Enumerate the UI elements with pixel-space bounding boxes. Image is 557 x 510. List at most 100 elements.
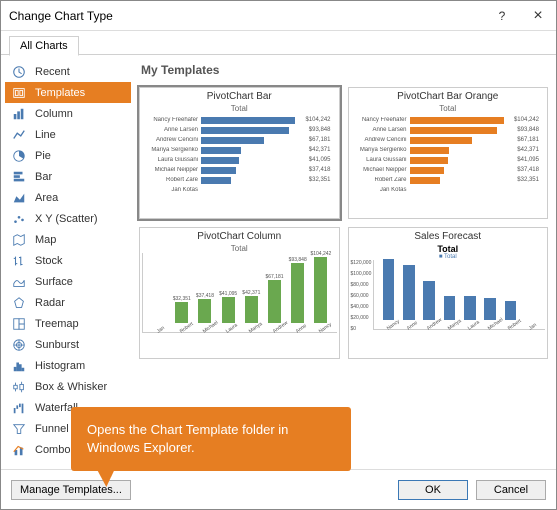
- template-pivotchart-column[interactable]: PivotChart Column Total Jan$32,351Robert…: [139, 227, 340, 359]
- bar-label: Anne: [406, 321, 418, 332]
- sidebar-item-label: Line: [35, 129, 56, 141]
- cancel-button[interactable]: Cancel: [476, 480, 546, 500]
- vbar-chart: NancyAnneAndrewMariyaLauraMichaelRobertJ…: [373, 260, 545, 330]
- histogram-icon: [11, 358, 27, 374]
- bar-label: Nancy: [318, 324, 330, 335]
- chart-subtitle: Total: [142, 104, 337, 113]
- bar-col: $41,095Laura: [219, 291, 238, 330]
- bar-value: $93,848: [307, 127, 331, 133]
- bar-row: Nancy Freehafer$104,242: [355, 115, 540, 125]
- area-icon: [11, 190, 27, 206]
- bar-fill: [410, 127, 498, 134]
- bar-label: Laura: [225, 324, 237, 335]
- template-sales-forecast[interactable]: Sales Forecast Total ■ Total $0$20,000$4…: [348, 227, 549, 359]
- y-tick: $20,000: [351, 315, 372, 321]
- bar-label: Andrew Cencini: [355, 137, 407, 143]
- bar-fill: [410, 167, 445, 174]
- bar-col: $32,351Robert: [173, 296, 192, 330]
- bar-row: Andrew Cencini$67,181: [146, 135, 331, 145]
- chart-subtitle: Total: [351, 104, 546, 113]
- bar-fill: [444, 296, 455, 321]
- bar-fill: [464, 296, 475, 320]
- bar-col: Anne: [401, 265, 417, 327]
- sidebar-item-label: Sunburst: [35, 339, 79, 351]
- bar-row: Anne Larsen$93,848: [355, 125, 540, 135]
- bar-col: Michael: [482, 298, 498, 327]
- y-tick: $40,000: [351, 304, 372, 310]
- sidebar-item-label: Box & Whisker: [35, 381, 107, 393]
- sidebar-item-column[interactable]: Column: [5, 103, 131, 124]
- bar-fill: [505, 301, 516, 320]
- help-button[interactable]: ?: [484, 1, 520, 31]
- y-axis: $0$20,000$40,000$60,000$80,000$100,000$1…: [351, 260, 374, 332]
- change-chart-type-dialog: Change Chart Type ? × All Charts RecentT…: [0, 0, 557, 510]
- bar-label: Robert: [179, 324, 191, 335]
- sidebar-item-sunburst[interactable]: Sunburst: [5, 334, 131, 355]
- window-title: Change Chart Type: [9, 9, 484, 23]
- chart-subtitle: Total: [142, 244, 337, 253]
- bar-col: $93,848Anne: [288, 257, 307, 330]
- callout-tooltip: Opens the Chart Template folder in Windo…: [71, 407, 351, 471]
- sidebar-item-label: Surface: [35, 276, 73, 288]
- thumb-title: PivotChart Column: [142, 230, 337, 244]
- close-button[interactable]: ×: [520, 1, 556, 31]
- titlebar: Change Chart Type ? ×: [1, 1, 556, 31]
- dialog-footer: Manage Templates... OK Cancel: [1, 469, 556, 509]
- template-pivotchart-bar[interactable]: PivotChart Bar Total Nancy Freehafer$104…: [139, 87, 340, 219]
- template-pivotchart-bar-orange[interactable]: PivotChart Bar Orange Total Nancy Freeha…: [348, 87, 549, 219]
- template-grid: PivotChart Bar Total Nancy Freehafer$104…: [139, 87, 548, 359]
- sidebar-item-recent[interactable]: Recent: [5, 61, 131, 82]
- bar-label: Jan Kotas: [146, 187, 198, 193]
- sidebar-item-x-y-scatter-[interactable]: X Y (Scatter): [5, 208, 131, 229]
- bar-label: Laura: [467, 321, 479, 332]
- sidebar-item-line[interactable]: Line: [5, 124, 131, 145]
- bar-label: Nancy Freehafer: [146, 117, 198, 123]
- bar-row: Laura Giussani$41,095: [355, 155, 540, 165]
- ok-button[interactable]: OK: [398, 480, 468, 500]
- hbar-chart: Nancy Freehafer$104,242Anne Larsen$93,84…: [351, 113, 546, 197]
- sidebar-item-histogram[interactable]: Histogram: [5, 355, 131, 376]
- sidebar-item-bar[interactable]: Bar: [5, 166, 131, 187]
- manage-templates-button[interactable]: Manage Templates...: [11, 480, 131, 500]
- sidebar-item-area[interactable]: Area: [5, 187, 131, 208]
- bar-label: Michael Neipper: [146, 167, 198, 173]
- sidebar-item-templates[interactable]: Templates: [5, 82, 131, 103]
- bar-row: Michael Neipper$37,418: [146, 165, 331, 175]
- bar-col: Andrew: [421, 281, 437, 327]
- bar-row: Michael Neipper$37,418: [355, 165, 540, 175]
- sidebar-item-label: Funnel: [35, 423, 69, 435]
- vbar-chart: Jan$32,351Robert$37,418Michael$41,095Lau…: [142, 253, 337, 333]
- bar-value: $42,371: [515, 147, 539, 153]
- bar-fill: [410, 177, 440, 184]
- bar-icon: [11, 169, 27, 185]
- bar-label: Andrew: [426, 321, 438, 332]
- bar-value: $67,181: [515, 137, 539, 143]
- bar-col: Laura: [462, 296, 478, 327]
- y-tick: $100,000: [351, 271, 372, 277]
- sidebar-item-pie[interactable]: Pie: [5, 145, 131, 166]
- bar-row: Mariya Sergienko$42,371: [146, 145, 331, 155]
- bar-value: $104,242: [303, 117, 330, 123]
- bar-value: $32,351: [307, 177, 331, 183]
- bar-label: Andrew Cencini: [146, 137, 198, 143]
- sidebar-item-stock[interactable]: Stock: [5, 250, 131, 271]
- bar-row: Jan Kotas: [355, 185, 540, 195]
- sidebar-item-radar[interactable]: Radar: [5, 292, 131, 313]
- sidebar-item-box-whisker[interactable]: Box & Whisker: [5, 376, 131, 397]
- tab-all-charts[interactable]: All Charts: [9, 36, 79, 56]
- bar-label: Robert: [507, 321, 519, 332]
- sidebar-item-label: Column: [35, 108, 73, 120]
- sidebar-item-map[interactable]: Map: [5, 229, 131, 250]
- bar-fill: [198, 299, 211, 323]
- hbar-chart: Nancy Freehafer$104,242Anne Larsen$93,84…: [142, 113, 337, 197]
- bar-fill: [484, 298, 495, 320]
- bar-label: Nancy: [385, 321, 397, 332]
- surface-icon: [11, 274, 27, 290]
- bar-label: Anne: [295, 324, 307, 335]
- radar-icon: [11, 295, 27, 311]
- bar-label: Jan Kotas: [355, 187, 407, 193]
- close-icon: ×: [533, 7, 542, 25]
- sidebar-item-treemap[interactable]: Treemap: [5, 313, 131, 334]
- bar-fill: [201, 157, 239, 164]
- sidebar-item-surface[interactable]: Surface: [5, 271, 131, 292]
